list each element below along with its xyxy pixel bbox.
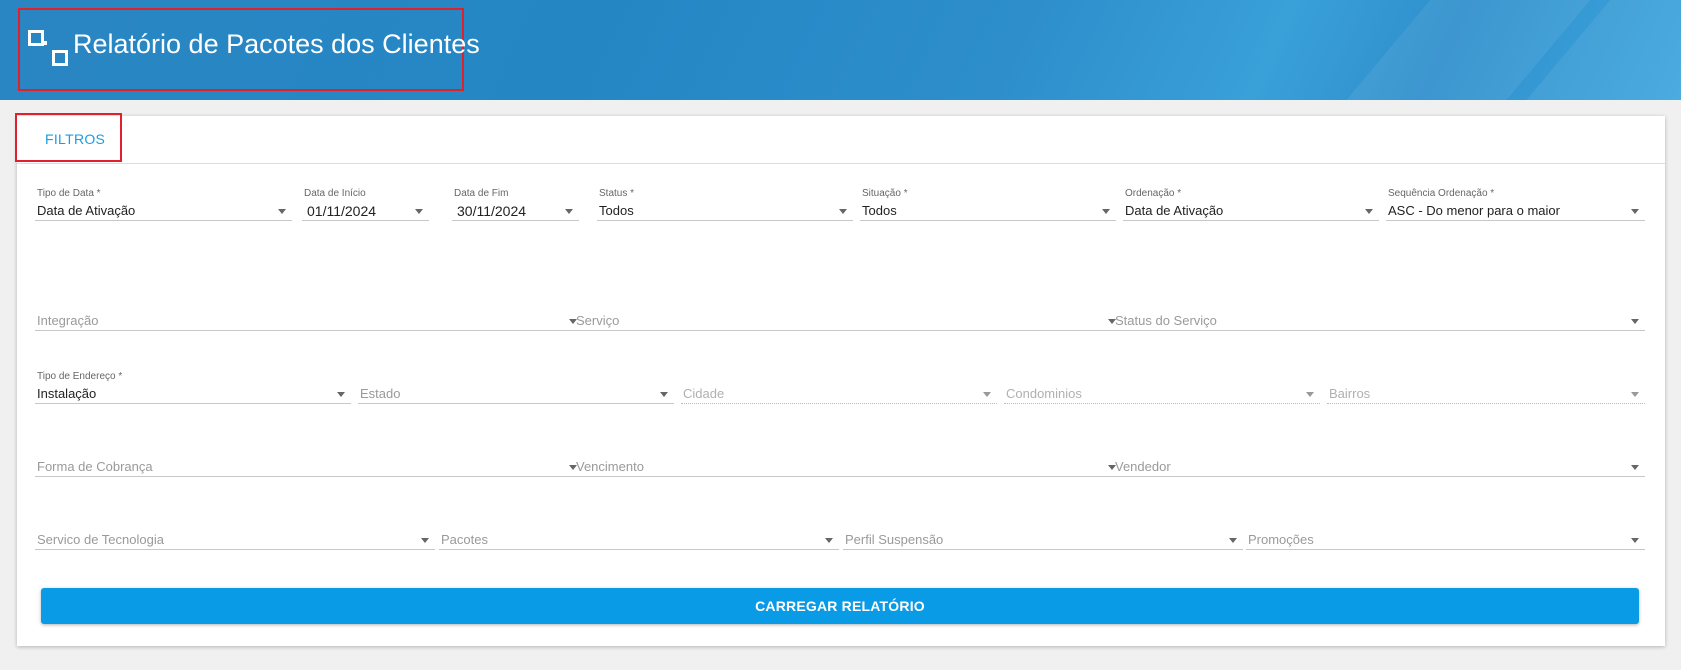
field-placeholder: Status do Serviço	[1115, 313, 1217, 328]
status-select[interactable]: Status * Todos	[597, 188, 853, 221]
field-placeholder: Forma de Cobrança	[37, 459, 153, 474]
field-placeholder: Serviço	[576, 313, 620, 328]
chevron-down-icon	[415, 209, 423, 214]
servico-select[interactable]: Serviço	[574, 298, 1122, 331]
status-do-servico-select[interactable]: Status do Serviço	[1113, 298, 1645, 331]
ordenacao-select[interactable]: Ordenação * Data de Ativação	[1123, 188, 1379, 221]
chevron-down-icon	[839, 209, 847, 214]
field-placeholder: Cidade	[683, 386, 725, 401]
situacao-select[interactable]: Situação * Todos	[860, 188, 1116, 221]
chevron-down-icon	[1306, 392, 1314, 397]
field-value: Todos	[599, 203, 634, 218]
vendedor-select[interactable]: Vendedor	[1113, 444, 1645, 477]
page-header: Relatório de Pacotes dos Clientes	[0, 0, 1681, 100]
field-label: Situação *	[862, 188, 908, 199]
field-value: Todos	[862, 203, 897, 218]
field-value: Data de Ativação	[37, 203, 136, 218]
field-placeholder: Servico de Tecnologia	[37, 532, 164, 547]
chevron-down-icon	[1102, 209, 1110, 214]
data-de-inicio-picker[interactable]: Data de Início 01/11/2024	[302, 188, 429, 221]
report-icon	[28, 30, 70, 70]
chevron-down-icon	[1631, 209, 1639, 214]
field-placeholder: Pacotes	[441, 532, 488, 547]
field-label: Data de Fim	[454, 188, 509, 199]
chevron-down-icon	[565, 209, 573, 214]
field-placeholder: Vendedor	[1115, 459, 1171, 474]
field-placeholder: Promoções	[1248, 532, 1314, 547]
integracao-select[interactable]: Integração	[35, 298, 583, 331]
chevron-down-icon	[1631, 319, 1639, 324]
field-value: Data de Ativação	[1125, 203, 1224, 218]
filters-card: FILTROS Tipo de Data * Data de Ativação …	[15, 113, 1665, 646]
chevron-down-icon	[825, 538, 833, 543]
promocoes-select[interactable]: Promoções	[1246, 517, 1645, 550]
forma-de-cobranca-select[interactable]: Forma de Cobrança	[35, 444, 583, 477]
chevron-down-icon	[660, 392, 668, 397]
sequencia-ordenacao-select[interactable]: Sequência Ordenação * ASC - Do menor par…	[1386, 188, 1645, 221]
tab-filtros[interactable]: FILTROS	[15, 113, 122, 162]
field-label: Sequência Ordenação *	[1388, 188, 1495, 199]
field-placeholder: Estado	[360, 386, 401, 401]
chevron-down-icon	[1631, 538, 1639, 543]
chevron-down-icon	[983, 392, 991, 397]
field-value: Instalação	[37, 386, 97, 401]
chevron-down-icon	[1365, 209, 1373, 214]
tab-bar: FILTROS	[15, 113, 1665, 164]
field-label: Ordenação *	[1125, 188, 1182, 199]
data-de-fim-picker[interactable]: Data de Fim 30/11/2024	[452, 188, 579, 221]
tipo-de-data-select[interactable]: Tipo de Data * Data de Ativação	[35, 188, 292, 221]
field-label: Data de Início	[304, 188, 366, 199]
estado-select[interactable]: Estado	[358, 371, 674, 404]
condominios-select[interactable]: Condominios	[1004, 371, 1320, 404]
field-placeholder: Condominios	[1006, 386, 1082, 401]
field-label: Status *	[599, 188, 635, 199]
load-report-button[interactable]: CARREGAR RELATÓRIO	[41, 588, 1639, 624]
chevron-down-icon	[337, 392, 345, 397]
bairros-select[interactable]: Bairros	[1327, 371, 1645, 404]
field-label: Tipo de Endereço *	[37, 371, 123, 382]
tipo-de-endereco-select[interactable]: Tipo de Endereço * Instalação	[35, 371, 351, 404]
chevron-down-icon	[1631, 465, 1639, 470]
perfil-suspensao-select[interactable]: Perfil Suspensão	[843, 517, 1243, 550]
page-title: Relatório de Pacotes dos Clientes	[73, 29, 480, 59]
servico-de-tecnologia-select[interactable]: Servico de Tecnologia	[35, 517, 435, 550]
field-value: ASC - Do menor para o maior	[1388, 203, 1560, 218]
field-placeholder: Integração	[37, 313, 99, 328]
field-placeholder: Vencimento	[576, 459, 644, 474]
field-value: 30/11/2024	[457, 203, 527, 219]
pacotes-select[interactable]: Pacotes	[439, 517, 839, 550]
vencimento-select[interactable]: Vencimento	[574, 444, 1122, 477]
tab-filtros-label: FILTROS	[45, 131, 106, 147]
chevron-down-icon	[421, 538, 429, 543]
chevron-down-icon	[1229, 538, 1237, 543]
field-placeholder: Bairros	[1329, 386, 1371, 401]
field-label: Tipo de Data *	[37, 188, 101, 199]
cidade-select[interactable]: Cidade	[681, 371, 997, 404]
field-value: 01/11/2024	[307, 203, 377, 219]
chevron-down-icon	[278, 209, 286, 214]
chevron-down-icon	[1631, 392, 1639, 397]
field-placeholder: Perfil Suspensão	[845, 532, 944, 547]
